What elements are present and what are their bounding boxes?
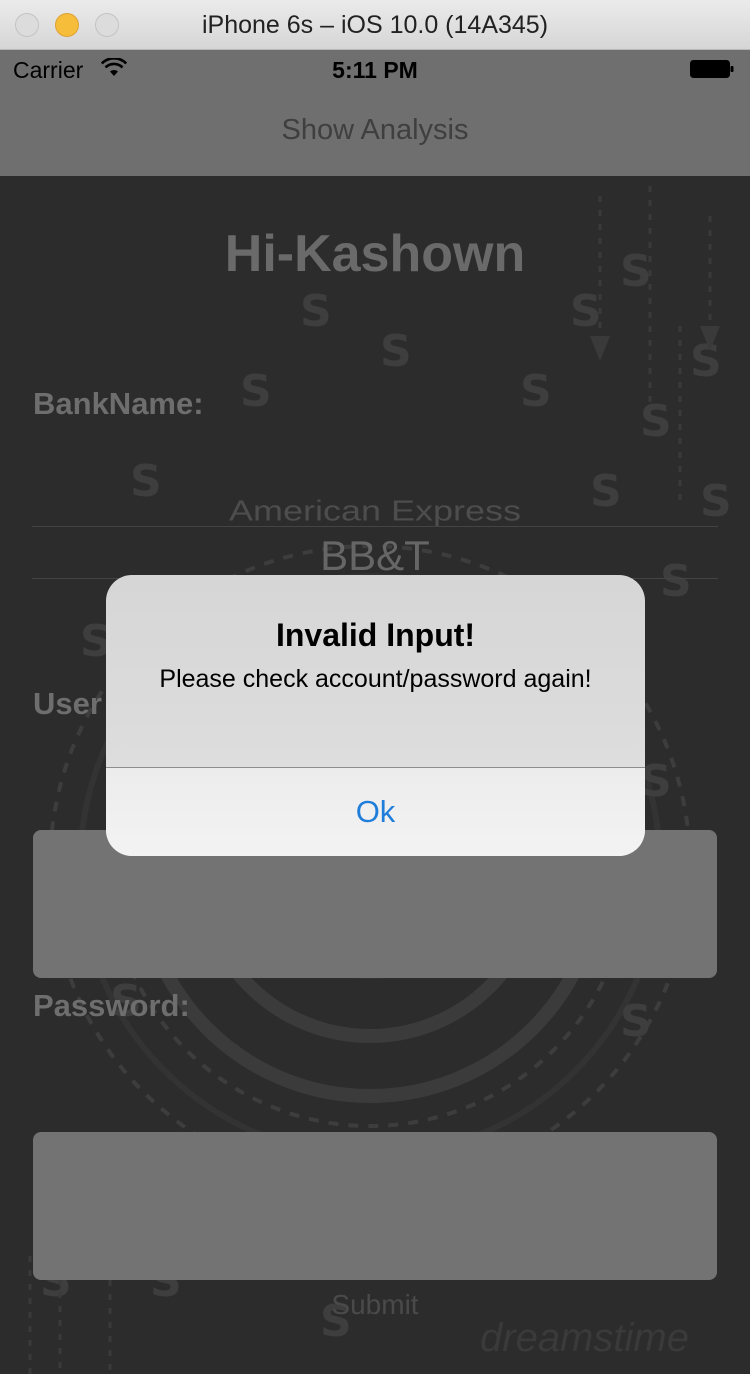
window-title: iPhone 6s – iOS 10.0 (14A345) <box>201 11 549 39</box>
bank-name-label: BankName: <box>33 386 204 421</box>
invalid-input-alert: Invalid Input! Please check account/pass… <box>106 575 645 856</box>
picker-selection-line-top <box>32 526 718 527</box>
svg-text:S: S <box>570 286 602 337</box>
username-label: User <box>33 686 102 721</box>
simulator-window: iPhone 6s – iOS 10.0 (14A345) Carrier 5:… <box>0 0 750 1374</box>
svg-text:S: S <box>620 996 652 1047</box>
battery-icon <box>690 60 734 78</box>
password-field[interactable] <box>33 1132 717 1280</box>
svg-text:S: S <box>380 326 412 377</box>
app-title: Hi-Kashown <box>224 225 526 283</box>
status-time: 5:11 PM <box>332 57 418 83</box>
svg-text:S: S <box>520 366 552 417</box>
show-analysis-button[interactable]: Show Analysis <box>0 114 750 147</box>
picker-option-selected[interactable]: BB&T <box>32 532 718 580</box>
picker-option-previous[interactable]: American Express <box>32 494 718 528</box>
password-label: Password: <box>33 988 190 1023</box>
alert-title: Invalid Input! <box>275 617 476 653</box>
status-bar: Carrier 5:11 PM <box>0 50 750 90</box>
svg-text:S: S <box>690 336 722 387</box>
window-titlebar: iPhone 6s – iOS 10.0 (14A345) <box>0 0 750 50</box>
svg-text:S: S <box>300 286 332 337</box>
navigation-bar: Show Analysis <box>0 90 750 177</box>
phone-screen: Carrier 5:11 PM Show Analysis S S S S S … <box>0 50 750 1374</box>
alert-ok-button[interactable]: Ok <box>106 768 645 856</box>
alert-message: Please check account/password again! <box>159 665 592 693</box>
svg-text:S: S <box>640 396 672 447</box>
watermark-logo: dreamstime <box>480 1316 689 1360</box>
svg-text:S: S <box>240 366 272 417</box>
bank-picker[interactable]: American Express BB&T <box>32 478 718 588</box>
